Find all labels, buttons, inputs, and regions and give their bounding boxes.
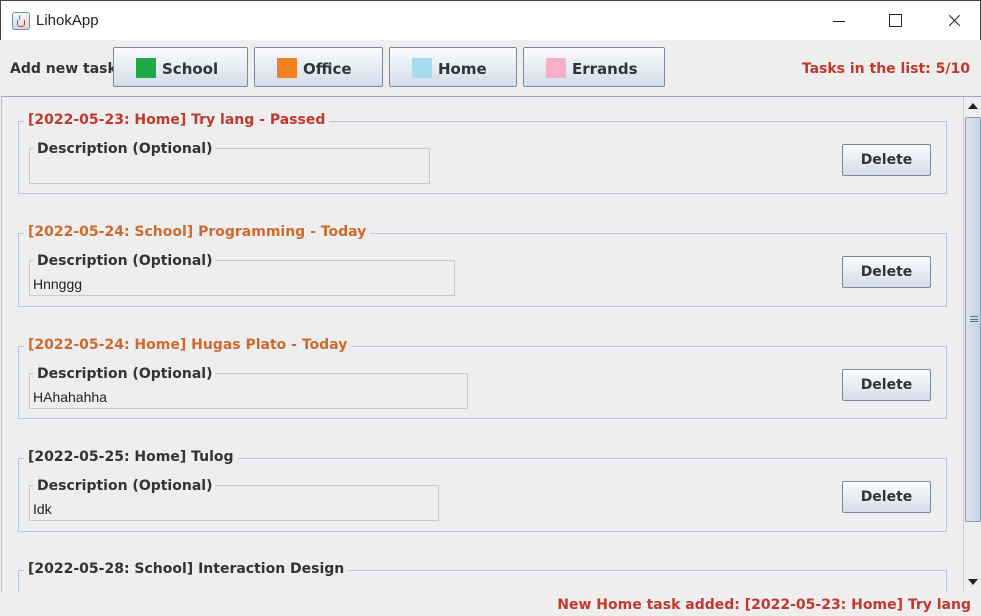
minimize-icon[interactable] [809,1,867,41]
grip-icon [970,316,978,322]
task-item: [2022-05-23: Home] Try lang - Passed Des… [18,112,947,194]
scrollbar-thumb[interactable] [965,117,981,522]
java-cup-icon [12,12,30,30]
task-item: [2022-05-24: Home] Hugas Plato - Today D… [18,337,947,419]
task-title: [2022-05-28: School] Interaction Design [24,561,349,577]
description-field[interactable]: Description (Optional) HAhahahha [29,366,468,409]
add-home-button[interactable]: Home [389,47,517,87]
add-errands-button[interactable]: Errands [523,47,665,87]
task-item: [2022-05-28: School] Interaction Design [18,561,947,592]
close-icon[interactable] [925,1,981,41]
school-color-swatch [136,58,156,78]
description-field[interactable]: Description (Optional) Idk [29,478,439,521]
task-list[interactable]: [2022-05-23: Home] Try lang - Passed Des… [1,96,981,592]
description-label: Description (Optional) [34,478,216,494]
task-title: [2022-05-24: Home] Hugas Plato - Today [24,337,352,353]
add-school-button[interactable]: School [113,47,248,87]
add-new-task-label: Add new task: [10,61,123,77]
window-title: LihokApp [36,12,99,29]
description-label: Description (Optional) [34,253,216,269]
add-office-button[interactable]: Office [254,47,383,87]
task-title: [2022-05-24: School] Programming - Today [24,224,371,240]
home-color-swatch [412,58,432,78]
title-bar: LihokApp [0,0,981,40]
scroll-down-icon[interactable] [964,573,981,591]
description-value: Idk [33,501,52,517]
task-item: [2022-05-24: School] Programming - Today… [18,224,947,307]
delete-button[interactable]: Delete [842,481,931,513]
delete-button[interactable]: Delete [842,369,931,401]
task-title: [2022-05-25: Home] Tulog [24,449,238,465]
description-label: Description (Optional) [34,141,216,157]
task-count-label: Tasks in the list: 5/10 [801,61,970,77]
description-label: Description (Optional) [34,366,216,382]
status-message: New Home task added: [2022-05-23: Home] … [557,597,971,613]
description-field[interactable]: Description (Optional) Hnnggg [29,253,455,296]
delete-button[interactable]: Delete [842,144,931,176]
description-value: Hnnggg [33,276,83,292]
errands-color-swatch [546,58,566,78]
scroll-up-icon[interactable] [964,97,981,115]
delete-button[interactable]: Delete [842,256,931,288]
description-value: HAhahahha [33,389,107,405]
office-color-swatch [277,58,297,78]
task-item: [2022-05-25: Home] Tulog Description (Op… [18,449,947,532]
maximize-icon[interactable] [867,1,925,41]
vertical-scrollbar[interactable] [963,97,981,591]
description-field[interactable]: Description (Optional) [29,141,430,184]
toolbar: Add new task: School Office Home Errands… [0,40,981,96]
task-title: [2022-05-23: Home] Try lang - Passed [24,112,330,128]
